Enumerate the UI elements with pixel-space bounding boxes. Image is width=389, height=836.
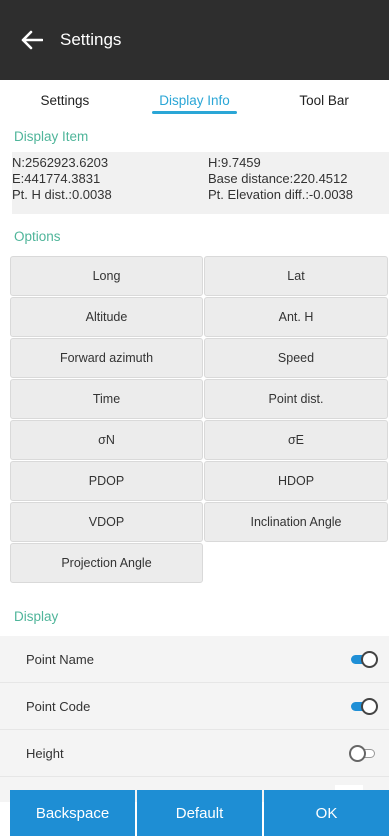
option-sigma-n[interactable]: σN [10, 420, 203, 460]
option-time[interactable]: Time [10, 379, 203, 419]
height-toggle[interactable] [349, 743, 379, 763]
preview-left-column: N:2562923.6203 E:441774.3831 Pt. H dist.… [12, 155, 112, 203]
option-hdop[interactable]: HDOP [204, 461, 388, 501]
display-heading: Display [14, 609, 59, 624]
preview-value-pt-h-dist: Pt. H dist.:0.0038 [12, 187, 112, 202]
default-button[interactable]: Default [137, 790, 262, 836]
preview-value-base-distance: Base distance:220.4512 [208, 171, 348, 186]
options-grid: Long Lat Altitude Ant. H Forward azimuth… [10, 256, 389, 583]
option-speed[interactable]: Speed [204, 338, 388, 378]
option-projection-angle[interactable]: Projection Angle [10, 543, 203, 583]
page-title: Settings [60, 30, 122, 49]
tab-tool-bar[interactable]: Tool Bar [259, 80, 389, 120]
height-label: Height [26, 745, 64, 761]
preview-value-e: E:441774.3831 [12, 171, 101, 186]
display-row-height: Height [0, 730, 389, 777]
preview-value-n: N:2562923.6203 [12, 155, 109, 170]
tab-bar: Settings Display Info Tool Bar [0, 80, 389, 120]
preview-value-pt-elevation-diff: Pt. Elevation diff.:-0.0038 [208, 187, 354, 202]
point-name-toggle[interactable] [349, 649, 379, 669]
preview-value-h: H:9.7459 [208, 155, 261, 170]
backspace-button[interactable]: Backspace [10, 790, 135, 836]
option-inclination-angle[interactable]: Inclination Angle [204, 502, 388, 542]
options-heading: Options [14, 229, 61, 244]
tab-display-info[interactable]: Display Info [130, 80, 260, 120]
display-row-point-name: Point Name [0, 636, 389, 683]
point-name-label: Point Name [26, 651, 94, 667]
option-forward-azimuth[interactable]: Forward azimuth [10, 338, 203, 378]
option-vdop[interactable]: VDOP [10, 502, 203, 542]
tab-settings[interactable]: Settings [0, 80, 130, 120]
option-ant-h[interactable]: Ant. H [204, 297, 388, 337]
option-pdop[interactable]: PDOP [10, 461, 203, 501]
option-long[interactable]: Long [10, 256, 203, 296]
option-point-dist[interactable]: Point dist. [204, 379, 388, 419]
back-arrow-svg [21, 30, 43, 50]
title-bar: Settings [0, 0, 389, 80]
display-settings-list: Point Name Point Code Height [0, 636, 389, 802]
point-code-label: Point Code [26, 698, 91, 714]
display-item-preview: N:2562923.6203 E:441774.3831 Pt. H dist.… [12, 152, 389, 214]
point-code-toggle[interactable] [349, 696, 379, 716]
ok-button[interactable]: OK [264, 790, 389, 836]
option-sigma-e[interactable]: σE [204, 420, 388, 460]
option-lat[interactable]: Lat [204, 256, 388, 296]
back-arrow-icon[interactable] [10, 0, 54, 80]
display-item-heading: Display Item [14, 129, 89, 144]
display-row-point-code: Point Code [0, 683, 389, 730]
option-altitude[interactable]: Altitude [10, 297, 203, 337]
bottom-action-bar: Backspace Default OK [10, 790, 389, 836]
preview-right-column: H:9.7459 Base distance:220.4512 Pt. Elev… [208, 155, 353, 203]
